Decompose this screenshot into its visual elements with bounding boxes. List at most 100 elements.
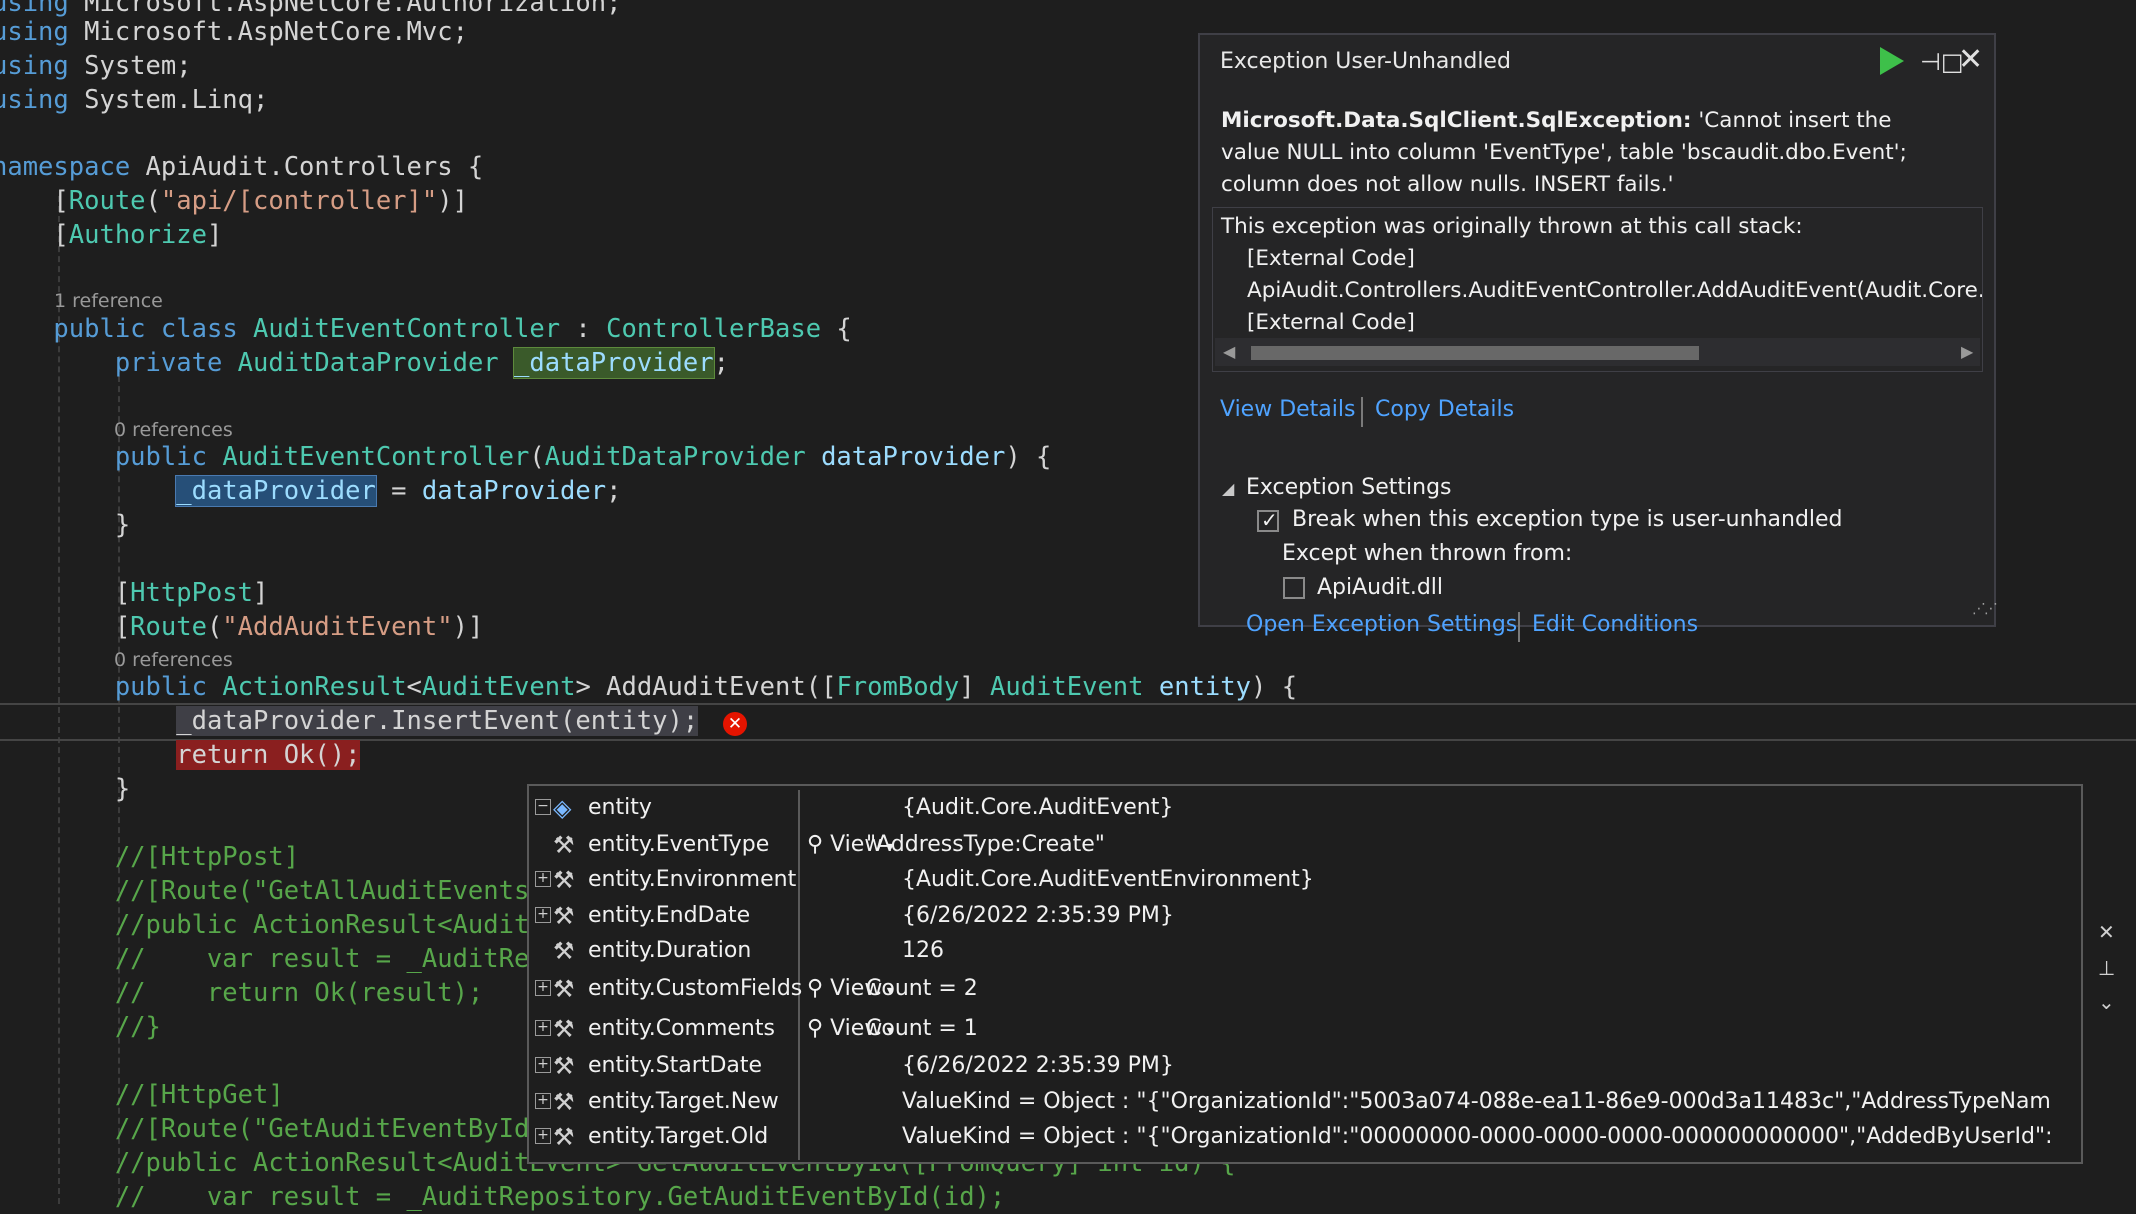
code-token: public	[114, 672, 207, 702]
code-line: [Route("AddAuditEvent")]	[0, 610, 484, 644]
codelens-references[interactable]: 1 reference	[54, 289, 163, 313]
code-token: ]	[253, 578, 269, 608]
datatip-row[interactable]: + ⚒ entity.Target.Old ValueKind = Object : …	[529, 1119, 2081, 1155]
expand-down-icon[interactable]: ⌄	[2098, 990, 2115, 1014]
view-details-link[interactable]: View Details	[1220, 397, 1355, 422]
datatip-row[interactable]: + ⚒ entity.Target.New ValueKind = Object : …	[529, 1084, 2081, 1120]
expand-icon[interactable]: +	[535, 980, 551, 996]
code-token: dataProvider	[821, 442, 1006, 472]
expand-icon[interactable]: +	[535, 1020, 551, 1036]
collapse-triangle-icon[interactable]: ◢	[1222, 479, 1234, 498]
code-token: {	[821, 314, 852, 344]
code-token: > AddAuditEvent([	[575, 672, 837, 702]
continue-play-icon[interactable]	[1880, 47, 1904, 75]
datatip-value[interactable]: {Audit.Core.AuditEvent}	[902, 792, 2052, 824]
codelens-references[interactable]: 0 references	[114, 418, 233, 442]
code-token: //[Route("GetAuditEventById	[0, 1114, 530, 1144]
code-token: )]	[437, 186, 468, 216]
scrollbar-thumb[interactable]	[1251, 346, 1699, 360]
code-token: ) {	[1251, 672, 1298, 702]
expand-icon[interactable]: +	[535, 1093, 551, 1109]
code-token: (	[145, 186, 161, 216]
exception-title: Exception User-Unhandled	[1220, 49, 1511, 74]
scroll-right-icon[interactable]: ▶	[1961, 342, 1973, 361]
code-token: AuditEventController	[222, 442, 530, 472]
datatip-row[interactable]: − ◈ entity {Audit.Core.AuditEvent}	[529, 790, 2081, 826]
dll-checkbox[interactable]	[1283, 577, 1305, 599]
edit-conditions-link[interactable]: Edit Conditions	[1532, 612, 1698, 637]
call-stack-box[interactable]: This exception was originally thrown at …	[1212, 207, 1983, 372]
break-checkbox[interactable]	[1257, 508, 1279, 532]
expand-icon[interactable]: +	[535, 871, 551, 887]
resize-grip-icon[interactable]: ⋰⋰	[1972, 601, 1998, 617]
datatip-row[interactable]: + ⚒ entity.StartDate {6/26/2022 2:35:39 PM}	[529, 1048, 2081, 1084]
datatip-value[interactable]: Count = 2	[866, 973, 2052, 1005]
code-token: entity	[1158, 672, 1251, 702]
scroll-left-icon[interactable]: ◀	[1223, 342, 1235, 361]
open-exception-settings-link[interactable]: Open Exception Settings	[1246, 612, 1517, 637]
code-token: "api/[controller]"	[160, 186, 438, 216]
code-token: _dataProvider	[513, 347, 715, 379]
code-token: ]	[959, 672, 990, 702]
code-token: }	[0, 510, 131, 540]
datatip-row[interactable]: + ⚒ entity.Comments ⚲ View ▾ Count = 1	[529, 1011, 2081, 1047]
code-token: using	[0, 51, 69, 81]
datatip-row[interactable]: ⚒ entity.EventType ⚲ View ▾ "AddressType:Cr…	[529, 827, 2081, 863]
datatip-value[interactable]: ValueKind = Object : "{"OrganizationId":…	[902, 1086, 2052, 1118]
datatip-name: entity.StartDate	[588, 1053, 763, 1078]
datatip-value[interactable]: {6/26/2022 2:35:39 PM}	[902, 1050, 2052, 1082]
except-label: Except when thrown from:	[1282, 541, 1573, 566]
expand-icon[interactable]: +	[535, 1057, 551, 1073]
code-line: using Microsoft.AspNetCore.Mvc;	[0, 15, 468, 49]
exception-helper-popup: Exception User-Unhandled ⊣□ ✕ Microsoft.…	[1198, 33, 1998, 642]
datatip-name: entity.Target.New	[588, 1089, 779, 1114]
code-token: }	[0, 774, 131, 804]
codelens-references[interactable]: 0 references	[114, 648, 233, 672]
horizontal-scrollbar[interactable]: ◀ ▶	[1215, 338, 1980, 366]
code-token: _dataProvider.InsertEvent(entity);	[176, 706, 699, 736]
code-token: dataProvider	[421, 476, 607, 506]
datatip-name: entity.Comments	[588, 1016, 775, 1041]
code-line: // var result = _AuditRe	[0, 942, 530, 976]
datatip-value[interactable]: 126	[902, 935, 2052, 967]
datatip-row[interactable]: + ⚒ entity.Environment {Audit.Core.AuditEve…	[529, 862, 2081, 898]
exception-settings-heading: Exception Settings	[1246, 475, 1452, 500]
code-line: [Authorize]	[0, 218, 222, 252]
pin-icon[interactable]: ⊥	[2098, 956, 2115, 980]
call-stack-line: [External Code]	[1247, 310, 1415, 335]
code-token: [	[53, 220, 69, 250]
code-token: System;	[68, 51, 192, 81]
datatip-value[interactable]: {Audit.Core.AuditEventEnvironment}	[902, 864, 2052, 896]
datatip-name: entity	[588, 795, 652, 820]
code-token: //[Route("GetAllAuditEvents	[0, 876, 530, 906]
collapse-icon[interactable]: −	[535, 799, 551, 815]
code-token: )]	[452, 612, 484, 642]
code-token: //[HttpPost]	[0, 842, 300, 872]
expand-icon[interactable]: +	[535, 907, 551, 923]
expand-icon[interactable]: +	[535, 1128, 551, 1144]
datatip-value[interactable]: {6/26/2022 2:35:39 PM}	[902, 900, 2052, 932]
code-token: Route	[130, 612, 207, 642]
code-line: using System.Linq;	[0, 83, 268, 117]
code-token: ControllerBase	[606, 314, 822, 344]
datatip-row[interactable]: ⚒ entity.Duration 126	[529, 933, 2081, 969]
datatip-row[interactable]: + ⚒ entity.CustomFields ⚲ View ▾ Count = 2	[529, 971, 2081, 1007]
code-line: // return Ok(result);	[0, 976, 483, 1010]
datatip-value[interactable]: "AddressType:Create"	[866, 829, 2052, 861]
magnifier-icon: ⚲	[807, 832, 831, 857]
datatip-row[interactable]: + ⚒ entity.EndDate {6/26/2022 2:35:39 PM}	[529, 898, 2081, 934]
close-icon[interactable]: ✕	[1958, 45, 1983, 75]
datatip-value[interactable]: Count = 1	[866, 1013, 2052, 1045]
datatip-value[interactable]: ValueKind = Object : "{"OrganizationId":…	[902, 1121, 2052, 1153]
code-token: FromBody	[836, 672, 960, 702]
code-token: private	[114, 348, 223, 378]
code-token: [	[0, 578, 131, 608]
code-token: using	[0, 85, 69, 115]
close-icon[interactable]: ✕	[2098, 920, 2115, 944]
code-token: HttpPost	[130, 578, 253, 608]
code-token: ]	[206, 220, 223, 250]
copy-details-link[interactable]: Copy Details	[1375, 397, 1514, 422]
